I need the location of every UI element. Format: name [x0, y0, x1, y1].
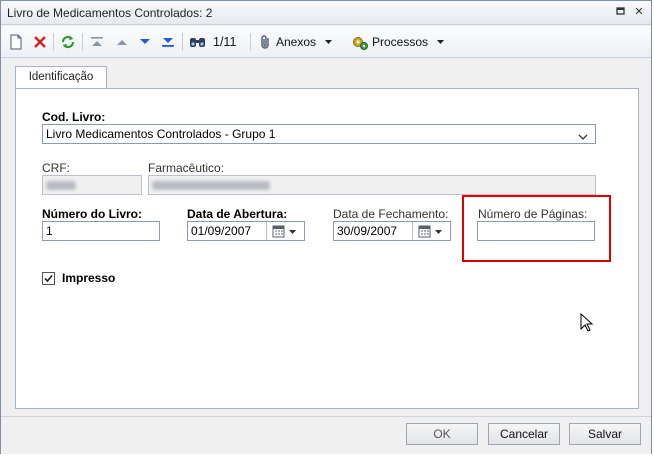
tab-identificacao[interactable]: Identificação [15, 66, 107, 89]
numero-livro-label: Número do Livro: [42, 207, 143, 221]
paperclip-icon [261, 35, 269, 49]
data-fechamento-picker[interactable]: 30/09/2007 [333, 221, 451, 241]
toolbar-separator [182, 33, 183, 51]
numero-livro-input[interactable]: 1 [42, 221, 160, 241]
cod-livro-label: Cod. Livro: [42, 110, 106, 124]
data-abertura-picker[interactable]: 01/09/2007 [187, 221, 305, 241]
chevron-down-icon [437, 40, 445, 44]
new-document-icon[interactable] [9, 33, 23, 51]
farmaceutico-field[interactable] [148, 175, 596, 195]
previous-record-icon[interactable] [115, 33, 129, 51]
farmaceutico-redacted [152, 181, 270, 190]
calendar-icon [412, 222, 442, 240]
tab-bar: Identificação [1, 59, 651, 89]
calendar-dropdown-button[interactable] [412, 222, 450, 240]
processes-label: Processos [372, 35, 429, 49]
record-counter: 1/11 [213, 35, 237, 49]
data-abertura-label: Data de Abertura: [187, 207, 288, 221]
processes-button[interactable]: Processos [351, 33, 448, 51]
attachments-button[interactable]: Anexos [259, 33, 336, 51]
cod-livro-value: Livro Medicamentos Controlados - Grupo 1 [46, 127, 276, 141]
calendar-icon [266, 222, 296, 240]
title-bar: Livro de Medicamentos Controlados: 2 ✕ [1, 1, 651, 25]
gears-icon [353, 37, 368, 50]
data-abertura-value: 01/09/2007 [191, 224, 252, 238]
toolbar-separator [82, 33, 83, 51]
cancel-button[interactable]: Cancelar [488, 423, 560, 445]
toolbar: 1/11 Anexos Processos [1, 26, 651, 58]
find-icon[interactable] [189, 33, 207, 51]
checkmark-icon [44, 274, 53, 283]
restore-icon[interactable] [615, 6, 627, 18]
farmaceutico-label: Farmacêutico: [148, 161, 225, 175]
impresso-checkbox[interactable] [42, 272, 55, 285]
toolbar-separator [250, 33, 251, 51]
close-icon[interactable]: ✕ [633, 6, 645, 18]
delete-icon[interactable] [33, 33, 47, 51]
crf-redacted [46, 181, 76, 190]
chevron-down-icon[interactable] [577, 129, 589, 143]
last-record-icon[interactable] [161, 33, 175, 51]
highlight-box [462, 195, 611, 262]
save-button[interactable]: Salvar [569, 423, 641, 445]
attachments-label: Anexos [276, 35, 317, 49]
crf-label: CRF: [42, 161, 70, 175]
first-record-icon[interactable] [90, 33, 104, 51]
crf-field[interactable] [42, 175, 142, 195]
window-title: Livro de Medicamentos Controlados: 2 [7, 6, 213, 20]
toolbar-separator [53, 33, 54, 51]
data-fechamento-value: 30/09/2007 [337, 224, 398, 238]
ok-button[interactable]: OK [406, 423, 478, 445]
footer-bar: OK Cancelar Salvar [1, 416, 651, 454]
impresso-label: Impresso [62, 271, 116, 285]
mouse-cursor-icon [580, 312, 594, 336]
chevron-down-icon [325, 40, 333, 44]
dialog-window: Livro de Medicamentos Controlados: 2 ✕ 1… [0, 0, 652, 454]
refresh-icon[interactable] [60, 33, 76, 51]
calendar-dropdown-button[interactable] [266, 222, 304, 240]
cod-livro-combobox[interactable]: Livro Medicamentos Controlados - Grupo 1 [42, 124, 596, 144]
next-record-icon[interactable] [138, 33, 152, 51]
data-fechamento-label: Data de Fechamento: [333, 207, 449, 221]
